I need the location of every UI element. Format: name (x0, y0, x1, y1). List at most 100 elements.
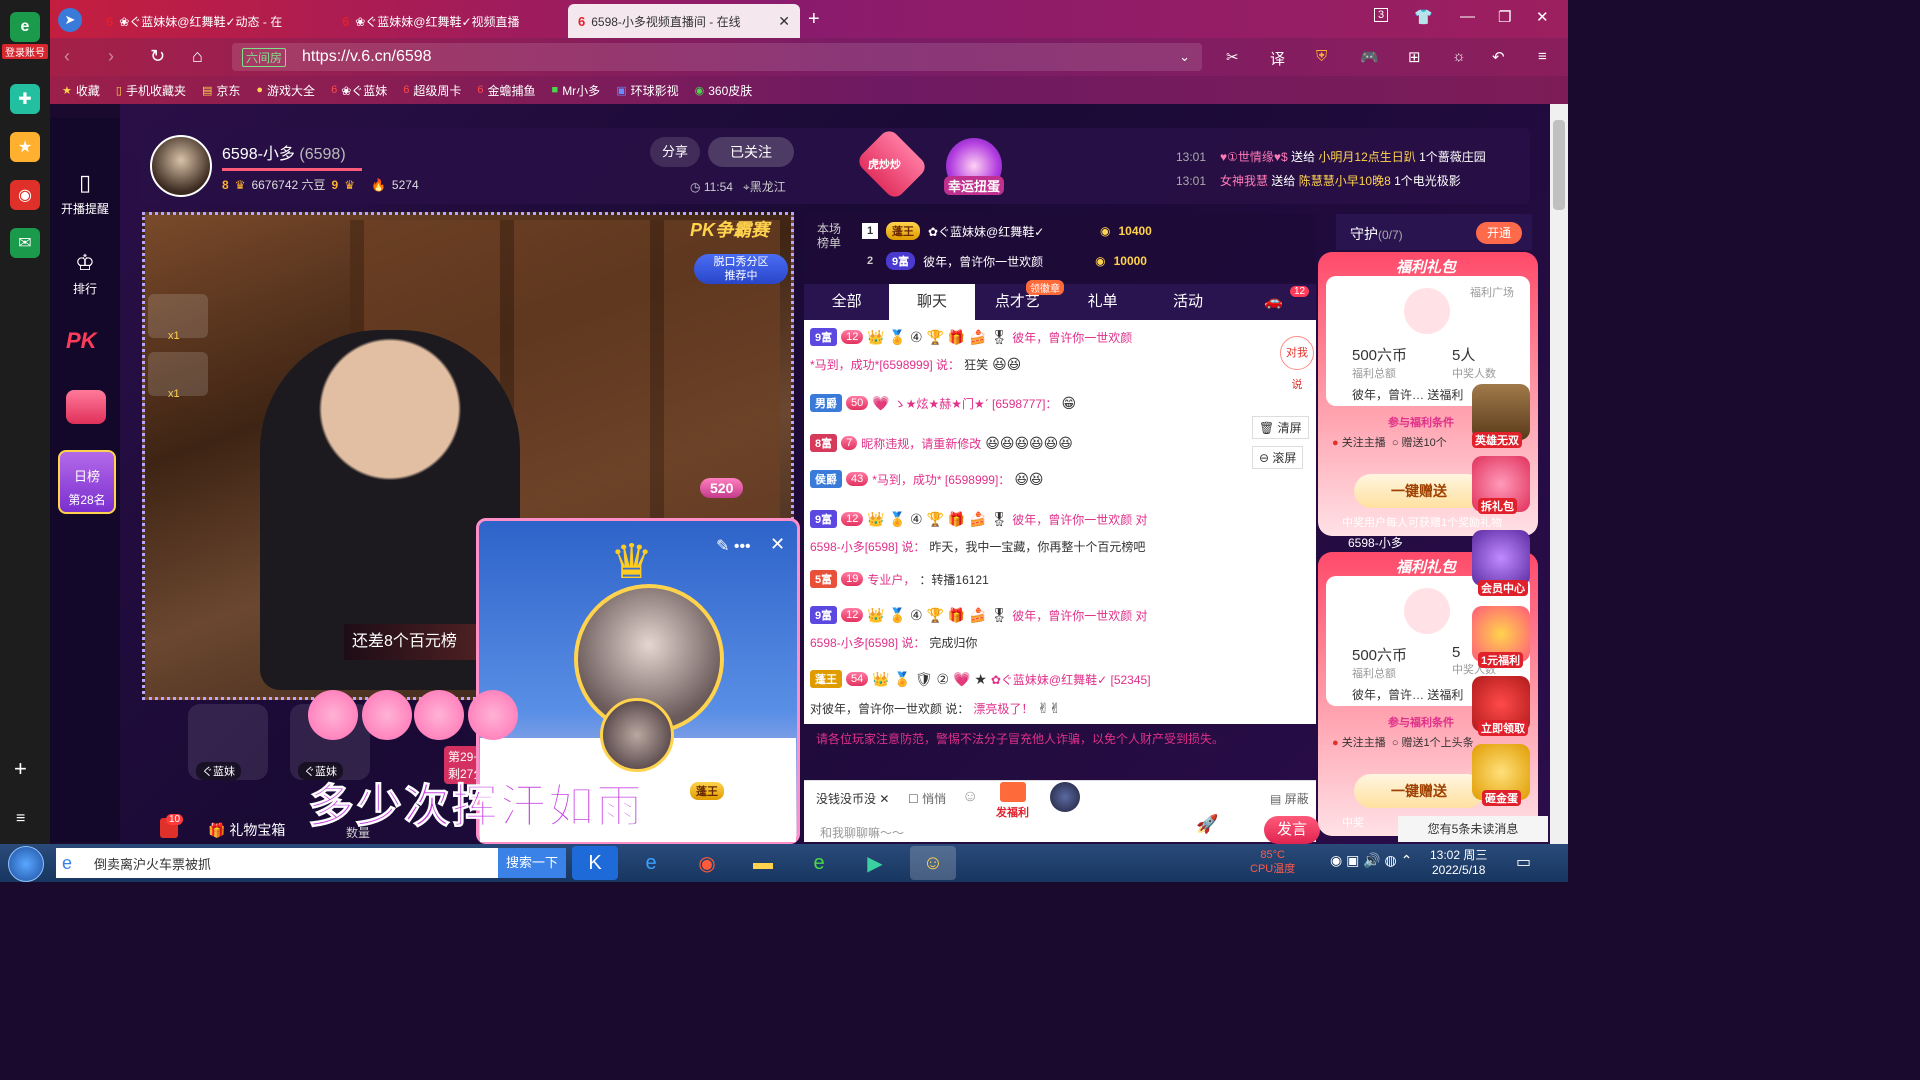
weibo-icon[interactable]: ◉ (10, 180, 40, 210)
taskbar-search[interactable]: e 倒卖离沪火车票被抓 搜索一下 (56, 848, 566, 878)
undo-icon[interactable]: ↶ (1492, 48, 1505, 66)
chat-message[interactable]: 蓬王 54 👑 🏅 🛡 ② 💗 ★ ✿ぐ蓝妹妹@红舞鞋✓ [52345] (810, 670, 1151, 688)
tab-gift-list[interactable]: 礼单 (1060, 284, 1145, 320)
browser-home-icon[interactable]: ➤ (58, 8, 82, 32)
gift-box-button[interactable]: 🎁 礼物宝箱 (208, 820, 285, 840)
close-tab-icon[interactable]: ✕ (770, 13, 790, 30)
day-rank-badge[interactable]: 日榜 第28名 (58, 450, 116, 514)
system-clock[interactable]: 13:02 周三 2022/5/18 (1430, 848, 1487, 878)
rocket-icon[interactable]: 🚀 (1196, 814, 1218, 835)
chat-message[interactable]: 6598-小多[6598] 说： 完成归你 (810, 634, 977, 651)
pk-banner[interactable]: PK争霸赛 (690, 216, 769, 242)
chat-input[interactable]: 和我聊聊嘛～～ (820, 824, 904, 841)
whisper-checkbox[interactable]: ☐ 悄悄 (908, 790, 946, 807)
vip-center-icon[interactable] (1472, 530, 1530, 586)
clear-screen-button[interactable]: 🗑 清屏 (1252, 416, 1309, 439)
one-click-send-button[interactable]: 一键赠送 (1354, 474, 1484, 508)
open-guard-button[interactable]: 开通 (1476, 222, 1522, 244)
planet-icon[interactable] (1050, 782, 1080, 812)
url-text[interactable]: https://v.6.cn/6598 (302, 48, 432, 66)
close-window-button[interactable]: ✕ (1536, 8, 1549, 26)
chat-message[interactable]: 8富 7 昵称违规，请重新修改 😆😆😆😆😆😆 (810, 434, 1073, 452)
new-tab-button[interactable]: + (808, 8, 820, 31)
ie-browser-icon[interactable]: e (628, 846, 674, 880)
chat-message[interactable]: 5富 19 专业户， ：转播16121 (810, 570, 989, 588)
start-button[interactable] (8, 846, 44, 882)
mail-icon[interactable]: ✉ (10, 228, 40, 258)
tab-current[interactable]: 6 6598-小多视频直播间 - 在线 ✕ (568, 4, 800, 38)
chat-message[interactable]: 9富 12 👑 🏅 ④ 🏆 🎁 🍰 🎖 彼年，曾许你一世欢颜 对 (810, 606, 1148, 624)
scrollbar-thumb[interactable] (1553, 120, 1565, 210)
add-icon[interactable]: + (14, 756, 27, 782)
browser-logo-icon[interactable]: e (10, 12, 40, 42)
translate-icon[interactable]: 译 (1270, 48, 1285, 69)
ranking-row[interactable]: 2 9富 彼年，曾许你一世欢颜 ◉ 10000 (862, 252, 1147, 270)
send-button[interactable]: 发言 (1264, 816, 1320, 844)
tray-icons[interactable]: ◉ ▣ 🔊 ◍ ⌃ (1330, 852, 1412, 869)
show-category-tag[interactable]: 脱口秀分区 推荐中 (694, 254, 788, 284)
chat-message[interactable]: *马到，成功*[6598999] 说： 狂笑 😆😆 (810, 356, 1021, 373)
tab-live[interactable]: 6 ❀ぐ蓝妹妹@红舞鞋✓视频直播 (332, 4, 564, 38)
ranking-nav[interactable]: ♔ 排行 (50, 250, 120, 297)
forward-button[interactable]: › (108, 46, 114, 67)
browser-360-icon[interactable]: e (796, 846, 842, 880)
chat-message[interactable]: 9富 12 👑 🏅 ④ 🏆 🎁 🍰 🎖 彼年，曾许你一世欢颜 (810, 328, 1132, 346)
shield-icon[interactable]: ⛨ (1316, 48, 1327, 65)
reload-button[interactable]: ↻ (150, 46, 165, 67)
pk-icon[interactable]: PK (66, 328, 97, 354)
tab-count-badge[interactable]: 3 (1374, 8, 1389, 22)
login-label[interactable]: 登录账号 (2, 44, 48, 59)
gamepad-icon[interactable]: 🎮 (1360, 48, 1379, 66)
quantity-label[interactable]: 数量 (346, 824, 370, 841)
favorites-star-icon[interactable]: ★ (10, 132, 40, 162)
bookmark-item[interactable]: ▤ 京东 (202, 82, 240, 99)
scroll-screen-button[interactable]: ⊖ 滚屏 (1252, 446, 1304, 469)
chrome-icon[interactable]: ◉ (684, 846, 730, 880)
address-bar[interactable]: 六间房 https://v.6.cn/6598 ⌄ (232, 43, 1202, 71)
chat-message[interactable]: 9富 12 👑 🏅 ④ 🏆 🎁 🍰 🎖 彼年，曾许你一世欢颜 对 (810, 510, 1148, 528)
app-green-icon[interactable]: ✚ (10, 84, 40, 114)
bookmark-item[interactable]: ● 游戏大全 (256, 82, 315, 99)
ranking-title[interactable]: 本场榜单 (814, 222, 844, 250)
one-click-send-button[interactable]: 一键赠送 (1354, 774, 1484, 808)
welfare-check[interactable]: ● 关注主播 ○ 赠送10个 (1332, 434, 1447, 450)
search-button[interactable]: 搜索一下 (497, 848, 566, 878)
k-app-icon[interactable]: K (572, 846, 618, 880)
anchor-avatar[interactable] (150, 135, 212, 197)
tab-dynamic[interactable]: 6 ❀ぐ蓝妹妹@红舞鞋✓动态 - 在 (96, 4, 328, 38)
bookmark-item[interactable]: ■ Mr小多 (552, 82, 601, 99)
tab-activity[interactable]: 活动 (1145, 284, 1230, 320)
bookmark-item[interactable]: 6 金蟾捕鱼 (477, 82, 535, 99)
active-app-icon[interactable]: ☺ (910, 846, 956, 880)
chat-message[interactable]: 男爵 50 💗 ゝ★炫★赫★门★ˊ [6598777]： 😁 (810, 394, 1076, 412)
chat-message[interactable]: 对彼年，曾许你一世欢颜 说： 漂亮极了！ ✌✌ (810, 700, 1061, 717)
bookmark-item[interactable]: ◉ 360皮肤 (695, 82, 753, 99)
chat-message[interactable]: 6598-小多[6598] 说： 昨天，我中一宝藏，你再整十个百元榜吧 (810, 538, 1145, 555)
welfare-plaza[interactable]: 福利广场 (1470, 284, 1514, 300)
welfare-check[interactable]: ● 关注主播 ○ 赠送1个上头条 (1332, 734, 1474, 750)
recipient-select[interactable]: 没钱没币没 ✕ (816, 790, 889, 807)
back-button[interactable]: ‹ (64, 46, 70, 67)
notification-icon[interactable]: ▭ (1516, 852, 1531, 872)
more-icon[interactable]: ✎ ••• (716, 536, 751, 556)
chat-message[interactable]: 侯爵 43 *马到，成功* [6598999]： 😆😆 (810, 470, 1044, 488)
bookmark-item[interactable]: ★ 收藏 (62, 82, 100, 99)
follow-button[interactable]: 已关注 (708, 137, 794, 167)
scissors-icon[interactable]: ✂ (1226, 48, 1239, 66)
list-icon[interactable]: ≡ (16, 810, 25, 828)
gift-broadcast-icon[interactable] (66, 390, 106, 424)
heart-520-badge[interactable]: 520 (700, 478, 744, 498)
folder-icon[interactable]: ▬ (740, 846, 786, 880)
video-player-icon[interactable]: ▶ (852, 846, 898, 880)
menu-icon[interactable]: ≡ (1538, 48, 1547, 65)
live-reminder-nav[interactable]: ▯ 开播提醒 (50, 170, 120, 217)
unread-messages[interactable]: 您有5条未读消息 (1398, 816, 1548, 842)
ranking-row[interactable]: 1 蓬王 ✿ぐ蓝妹妹@红舞鞋✓ ◉ 10400 (862, 222, 1152, 240)
share-button[interactable]: 分享 (650, 137, 700, 167)
bookmark-item[interactable]: 6 超级周卡 (403, 82, 461, 99)
tab-all[interactable]: 全部 (804, 284, 889, 320)
chevron-down-icon[interactable]: ⌄ (1179, 49, 1190, 65)
close-icon[interactable]: ✕ (770, 534, 785, 555)
bookmark-item[interactable]: ▯ 手机收藏夹 (116, 82, 186, 99)
lucky-egg-label[interactable]: 幸运扭蛋 (944, 176, 1005, 195)
